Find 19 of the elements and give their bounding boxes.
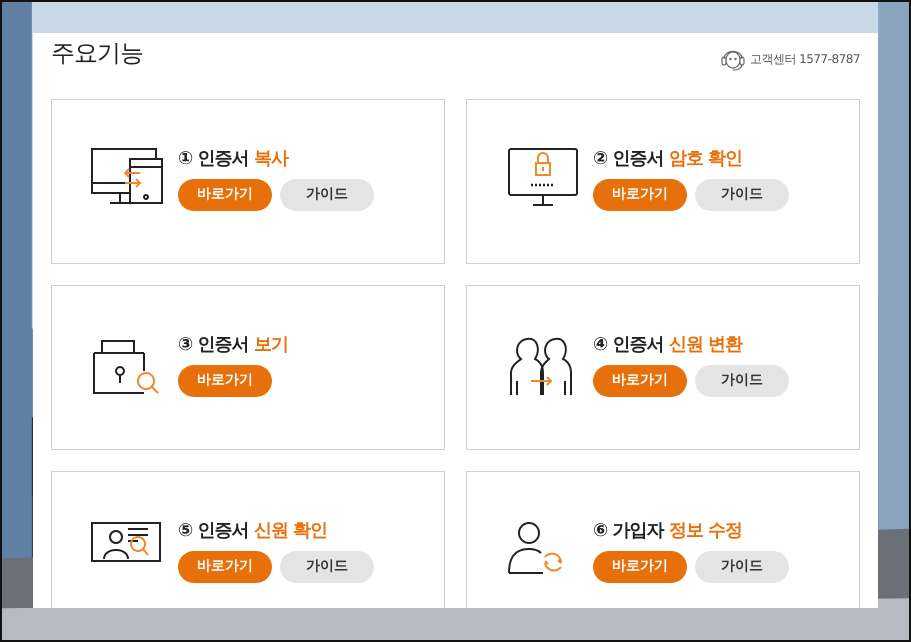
- card-title: ⑥ 가입자 정보 수정: [593, 520, 744, 542]
- panel-title: 주요기능: [51, 38, 143, 69]
- guide-button[interactable]: 가이드: [280, 178, 374, 211]
- go-button[interactable]: 바로가기: [593, 364, 687, 397]
- go-button[interactable]: 바로가기: [178, 364, 272, 397]
- card-title: ② 인증서 암호 확인: [593, 148, 744, 170]
- card-title: ④ 인증서 신원 변환: [593, 334, 744, 356]
- card-title: ① 인증서 복사: [178, 148, 290, 170]
- guide-button[interactable]: 가이드: [695, 364, 789, 397]
- go-button[interactable]: 바로가기: [178, 550, 272, 583]
- card-title: ⑤ 인증서 신원 확인: [178, 520, 328, 542]
- support-phone: 고객센터 1577-8787: [750, 51, 860, 68]
- go-button[interactable]: 바로가기: [593, 550, 687, 583]
- guide-button[interactable]: 가이드: [695, 178, 789, 211]
- go-button[interactable]: 바로가기: [593, 178, 687, 211]
- guide-button[interactable]: 가이드: [280, 550, 374, 583]
- card-title: ③ 인증서 보기: [178, 334, 288, 356]
- go-button[interactable]: 바로가기: [178, 178, 272, 211]
- guide-button[interactable]: 가이드: [695, 550, 789, 583]
